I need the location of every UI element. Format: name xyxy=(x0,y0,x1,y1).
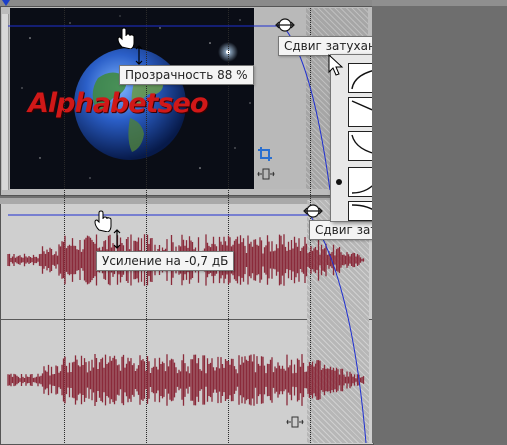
hand-cursor-icon xyxy=(116,27,136,50)
hand-cursor-icon xyxy=(93,210,113,233)
vertical-resize-icon xyxy=(112,229,122,249)
selected-indicator-icon xyxy=(336,179,342,185)
opacity-tooltip: Прозрачность 88 % xyxy=(119,65,254,85)
audio-fade-curve xyxy=(309,214,367,443)
gain-tooltip: Усиление на -0,7 дБ xyxy=(96,251,235,271)
audio-event-fx-icon[interactable] xyxy=(286,414,304,428)
timeline-empty-area[interactable] xyxy=(372,0,507,443)
audio-fade-handle-icon[interactable] xyxy=(303,203,323,219)
arrow-cursor-icon xyxy=(328,53,344,78)
vertical-resize-icon xyxy=(134,45,144,65)
timeline-area: Alphabetseo Прозрачность 88 % Сдвиг зату… xyxy=(0,0,507,445)
top-edge-strip xyxy=(372,0,507,6)
video-fade-handle-icon[interactable] xyxy=(275,17,295,33)
